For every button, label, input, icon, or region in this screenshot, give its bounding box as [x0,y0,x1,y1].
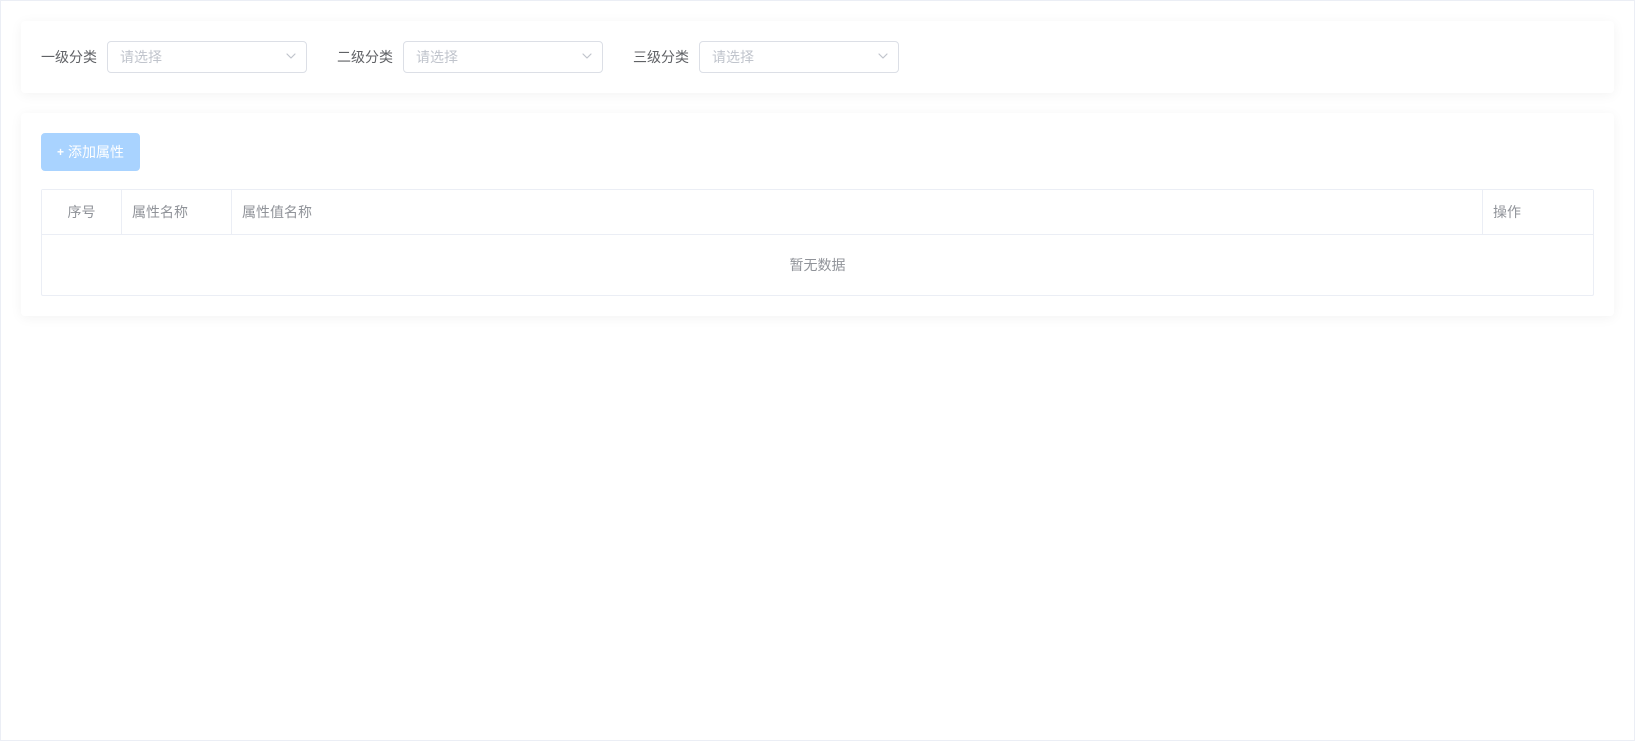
filter-level2-label: 二级分类 [337,47,393,67]
attribute-table: 序号 属性名称 属性值名称 操作 暂无数据 [41,189,1594,296]
filter-level3-input[interactable] [699,41,899,73]
filter-level3: 三级分类 [633,41,899,73]
column-seq: 序号 [42,190,122,234]
table-empty-text: 暂无数据 [42,235,1593,295]
column-operation: 操作 [1483,190,1593,234]
table-header: 序号 属性名称 属性值名称 操作 [42,190,1593,235]
filter-level2-input[interactable] [403,41,603,73]
filter-level1: 一级分类 [41,41,307,73]
content-card: + 添加属性 序号 属性名称 属性值名称 操作 暂无数据 [21,113,1614,316]
filter-level1-input[interactable] [107,41,307,73]
filter-level2-select[interactable] [403,41,603,73]
filter-level3-label: 三级分类 [633,47,689,67]
column-attr-name: 属性名称 [122,190,232,234]
filter-level3-select[interactable] [699,41,899,73]
filter-level1-label: 一级分类 [41,47,97,67]
filter-level1-select[interactable] [107,41,307,73]
filter-row: 一级分类 二级分类 三级分类 [41,41,1594,73]
filter-level2: 二级分类 [337,41,603,73]
column-attr-value-name: 属性值名称 [232,190,1483,234]
add-attribute-label: 添加属性 [68,142,124,162]
add-attribute-button[interactable]: + 添加属性 [41,133,140,171]
filter-card: 一级分类 二级分类 三级分类 [21,21,1614,93]
plus-icon: + [57,145,64,159]
